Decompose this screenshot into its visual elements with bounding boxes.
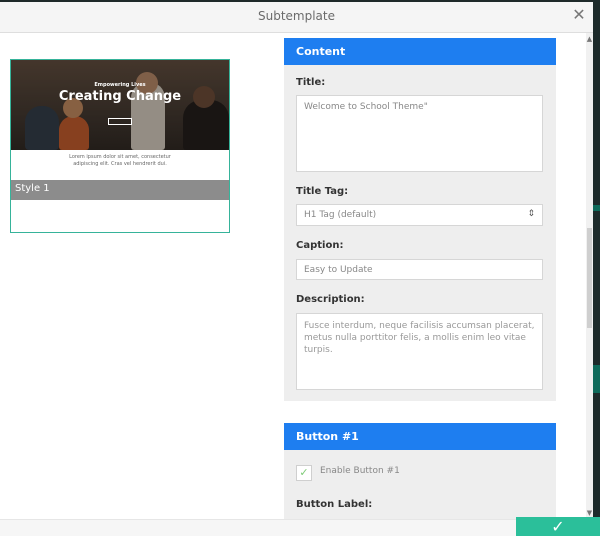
style-list: Empowering Lives Creating Change Lorem i… — [0, 33, 255, 519]
check-icon: ✓ — [551, 517, 565, 536]
modal-title: Subtemplate — [257, 9, 335, 23]
preview-caption: Lorem ipsum dolor sit amet, consectetur … — [69, 154, 171, 167]
scrollbar-thumb[interactable] — [587, 228, 592, 328]
title-tag-label: Title Tag: — [296, 186, 349, 197]
style-label: Style 1 — [15, 183, 50, 194]
title-tag-value: H1 Tag (default) — [304, 210, 377, 220]
content-panel-header[interactable]: Content — [284, 38, 556, 65]
background-accent — [593, 205, 600, 211]
chevron-up-down-icon: ⇕ — [527, 209, 535, 219]
description-textarea[interactable]: Fusce interdum, neque facilisis accumsan… — [296, 313, 543, 390]
content-panel: Content Title: Welcome to School Theme" … — [284, 38, 556, 401]
enable-button1-label[interactable]: Enable Button #1 — [320, 466, 400, 476]
check-icon[interactable]: ✓ — [296, 465, 312, 481]
subtemplate-modal: Subtemplate ✕ Empowering Lives Creating … — [0, 2, 593, 536]
close-icon[interactable]: ✕ — [569, 5, 589, 25]
modal-footer — [0, 519, 593, 536]
background-accent — [593, 365, 600, 393]
caption-label: Caption: — [296, 240, 344, 251]
settings-pane: Content Title: Welcome to School Theme" … — [255, 33, 593, 519]
preview-hero-title: Creating Change — [58, 89, 182, 104]
vertical-scrollbar[interactable]: ▲ ▼ — [586, 33, 593, 519]
scroll-up-icon[interactable]: ▲ — [586, 35, 593, 43]
modal-header: Subtemplate ✕ — [0, 2, 593, 33]
preview-hero-small: Empowering Lives — [94, 82, 146, 88]
button1-panel-header[interactable]: Button #1 — [284, 423, 556, 450]
title-textarea[interactable]: Welcome to School Theme" — [296, 95, 543, 172]
button-label-label: Button Label: — [296, 499, 373, 510]
title-tag-select[interactable]: H1 Tag (default) ⇕ — [296, 204, 543, 226]
background-strip-right — [593, 0, 600, 536]
style-card-1[interactable]: Empowering Lives Creating Change Lorem i… — [10, 59, 230, 233]
description-label: Description: — [296, 294, 365, 305]
preview-image: Empowering Lives Creating Change — [11, 60, 229, 150]
preview-hero-button — [108, 118, 132, 125]
scroll-down-icon[interactable]: ▼ — [586, 509, 593, 517]
confirm-button[interactable]: ✓ — [516, 517, 600, 536]
style-label-bar: Style 1 — [11, 180, 229, 200]
caption-input[interactable]: Easy to Update — [296, 259, 543, 280]
title-label: Title: — [296, 77, 326, 88]
button1-panel: Button #1 ✓ Enable Button #1 Button Labe… — [284, 423, 556, 519]
